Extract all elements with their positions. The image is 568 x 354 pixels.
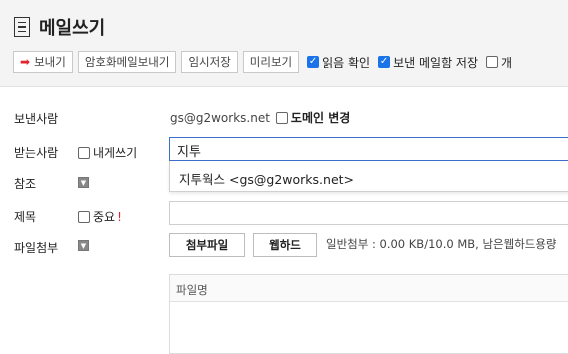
expand-attach-icon[interactable]: ▼ bbox=[78, 240, 89, 251]
domain-change-checkbox[interactable]: 도메인 변경 bbox=[275, 109, 351, 126]
checkbox-checked-icon: ✓ bbox=[307, 56, 320, 68]
save-sent-checkbox[interactable]: ✓ 보낸 메일함 저장 bbox=[378, 54, 478, 71]
checkbox-unchecked-icon bbox=[78, 210, 90, 223]
sender-address: gs@g2works.net bbox=[170, 110, 270, 125]
file-list-table[interactable]: 파일명 bbox=[169, 274, 568, 354]
important-icon: ! bbox=[117, 209, 122, 224]
page-title-area: 메일쓰기 bbox=[14, 14, 105, 40]
attach-label: 파일첨부 bbox=[14, 241, 59, 255]
document-list-icon bbox=[14, 17, 30, 37]
send-button-label: 보내기 bbox=[34, 55, 66, 69]
page-title: 메일쓰기 bbox=[39, 18, 106, 39]
top-header: 메일쓰기 ➡ 보내기 암호화메일보내기 임시저장 미리보기 ✓ 읽음 확인 ✓ … bbox=[0, 0, 568, 87]
attach-size-info: 일반첨부 : 0.00 KB/10.0 MB, 남은웹하드용량 bbox=[326, 237, 557, 251]
self-send-checkbox[interactable]: 내게쓰기 bbox=[78, 144, 137, 161]
file-name-column-header: 파일명 bbox=[170, 275, 568, 302]
checkbox-unchecked-icon bbox=[275, 111, 288, 124]
checkbox-unchecked-icon bbox=[486, 56, 499, 68]
individual-send-label: 개 bbox=[501, 55, 513, 70]
encrypted-send-button[interactable]: 암호화메일보내기 bbox=[77, 51, 177, 73]
send-button[interactable]: ➡ 보내기 bbox=[13, 51, 73, 73]
self-send-label: 내게쓰기 bbox=[93, 146, 138, 160]
read-receipt-label: 읽음 확인 bbox=[322, 55, 371, 70]
checkbox-unchecked-icon bbox=[78, 146, 90, 159]
sender-row: gs@g2works.net 도메인 변경 bbox=[170, 109, 350, 126]
subject-label: 제목 bbox=[14, 210, 37, 224]
webhard-button[interactable]: 웹하드 bbox=[253, 233, 317, 257]
expand-cc-icon[interactable]: ▼ bbox=[78, 177, 89, 188]
toolbar: ➡ 보내기 암호화메일보내기 임시저장 미리보기 ✓ 읽음 확인 ✓ 보낸 메일… bbox=[13, 51, 512, 73]
cc-label: 참조 bbox=[14, 177, 37, 191]
to-input[interactable]: 지투 bbox=[169, 137, 568, 161]
attach-file-button[interactable]: 첨부파일 bbox=[169, 233, 245, 257]
important-checkbox[interactable]: 중요 ! bbox=[78, 208, 122, 225]
important-label: 중요 bbox=[93, 210, 116, 224]
individual-send-checkbox[interactable]: 개 bbox=[486, 54, 512, 71]
subject-input[interactable] bbox=[169, 201, 568, 225]
domain-change-label: 도메인 변경 bbox=[290, 111, 351, 125]
read-receipt-checkbox[interactable]: ✓ 읽음 확인 bbox=[307, 54, 370, 71]
save-sent-label: 보낸 메일함 저장 bbox=[393, 55, 479, 70]
checkbox-checked-icon: ✓ bbox=[378, 56, 391, 68]
to-label: 받는사람 bbox=[14, 146, 59, 160]
sender-label: 보낸사람 bbox=[14, 112, 59, 126]
send-arrow-icon: ➡ bbox=[20, 55, 31, 69]
autocomplete-suggestion[interactable]: 지투웍스 <gs@g2works.net> bbox=[169, 161, 568, 192]
preview-button[interactable]: 미리보기 bbox=[242, 51, 300, 73]
save-draft-button[interactable]: 임시저장 bbox=[181, 51, 238, 73]
